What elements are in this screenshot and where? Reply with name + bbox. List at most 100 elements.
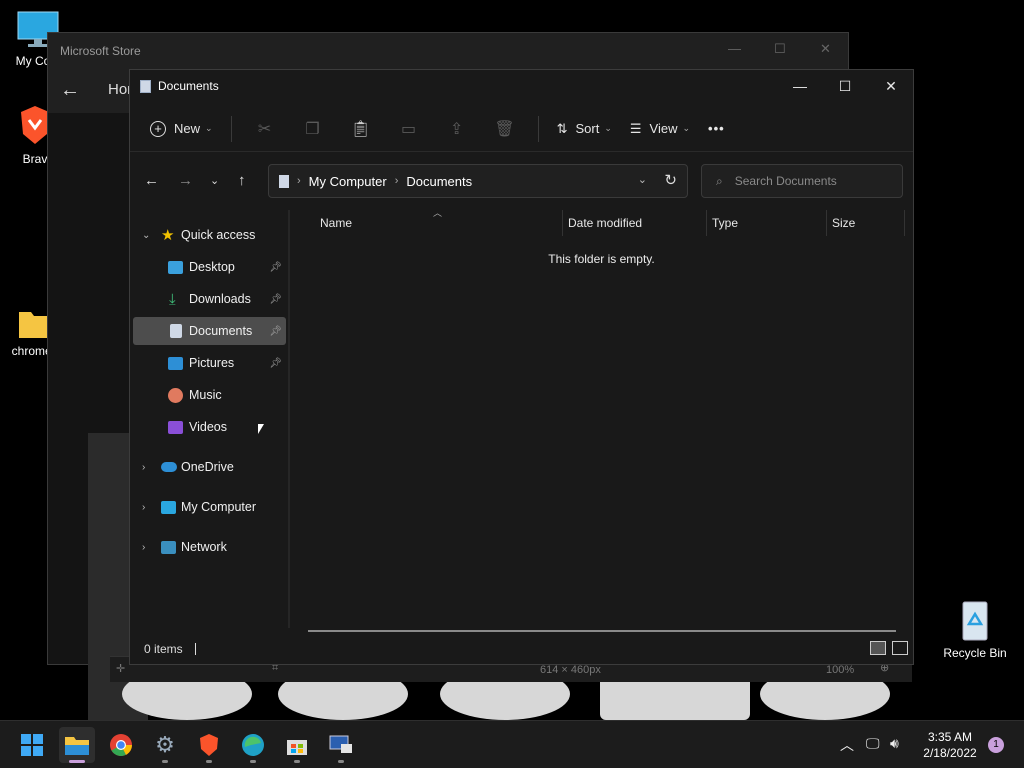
clipboard-icon: 📋︎	[350, 120, 371, 138]
clock-date: 2/18/2022	[923, 746, 977, 760]
image-shape	[122, 682, 252, 720]
pin-icon[interactable]: 📌︎	[269, 358, 282, 369]
pin-icon[interactable]: 📌︎	[269, 262, 282, 273]
store-minimize-button[interactable]: —	[728, 41, 741, 56]
taskbar-file-explorer[interactable]	[59, 727, 95, 763]
store-close-button[interactable]: ✕	[820, 41, 831, 57]
file-list[interactable]: ︿ Name Date modified Type Size This fold…	[290, 208, 913, 632]
taskbar: ⚙ ︿ 🖵︎ 🔊︎ 3:35 AM 2/18/2022 1	[0, 720, 1024, 768]
recent-locations-button[interactable]: ⌄	[210, 174, 219, 187]
desktop-icon-recycle-bin[interactable]: Recycle Bin	[940, 596, 1010, 660]
pin-icon[interactable]: 📌︎	[269, 294, 282, 305]
chevron-right-icon: ›	[297, 175, 301, 187]
running-indicator	[69, 760, 85, 763]
nav-item-desktop[interactable]: Desktop 📌︎	[133, 253, 286, 281]
move-icon[interactable]: ✛	[116, 662, 125, 675]
taskbar-store[interactable]	[279, 727, 315, 763]
breadcrumb-documents[interactable]: Documents	[406, 174, 472, 189]
navigation-pane: ⌄ ★ Quick access Desktop 📌︎ ⤓ Downloads …	[130, 210, 288, 628]
nav-label: Videos	[189, 420, 227, 434]
nav-label: Network	[181, 540, 227, 554]
taskbar-edge[interactable]	[235, 727, 271, 763]
start-button[interactable]	[14, 727, 50, 763]
nav-onedrive[interactable]: › OneDrive	[133, 453, 286, 481]
taskbar-chrome[interactable]	[103, 727, 139, 763]
chevron-down-icon: ⌄	[682, 123, 691, 133]
nav-label: Documents	[189, 324, 253, 338]
divider	[537, 115, 539, 142]
column-divider[interactable]	[562, 210, 563, 236]
notification-badge[interactable]: 1	[988, 737, 1004, 753]
maximize-button[interactable]: ☐	[822, 70, 868, 102]
column-divider[interactable]	[904, 210, 905, 236]
item-count: 0 items	[144, 642, 183, 656]
nav-item-downloads[interactable]: ⤓ Downloads 📌︎	[133, 285, 286, 313]
taskbar-settings[interactable]: ⚙	[147, 727, 183, 763]
nav-quick-access[interactable]: ⌄ ★ Quick access	[133, 221, 286, 249]
back-button[interactable]: ←	[144, 172, 159, 189]
clock[interactable]: 3:35 AM 2/18/2022	[916, 729, 984, 761]
copy-button[interactable]: ❐	[298, 119, 328, 139]
nav-network[interactable]: › Network	[133, 533, 286, 561]
image-shape	[440, 682, 570, 720]
nav-my-computer[interactable]: › My Computer	[133, 493, 286, 521]
refresh-icon[interactable]: ↻	[664, 171, 677, 189]
breadcrumb-my-computer[interactable]: My Computer	[309, 174, 387, 189]
scissors-icon: ✂	[257, 120, 272, 138]
more-options-button[interactable]: •••	[708, 121, 725, 136]
details-view-icon[interactable]	[870, 641, 886, 655]
cut-button[interactable]: ✂	[250, 119, 280, 139]
nav-item-pictures[interactable]: Pictures 📌︎	[133, 349, 286, 377]
address-dropdown-icon[interactable]: ⌄	[638, 173, 647, 186]
sort-button[interactable]: ⇅ Sort ⌄	[557, 121, 612, 137]
sort-arrows-icon: ⇅	[556, 120, 568, 136]
delete-button[interactable]: 🗑︎	[490, 119, 520, 139]
nav-label: Quick access	[181, 228, 256, 242]
close-button[interactable]: ✕	[868, 70, 914, 102]
running-indicator	[338, 760, 344, 763]
column-header-size[interactable]: Size	[832, 210, 855, 236]
nav-item-music[interactable]: Music	[133, 381, 286, 409]
chevron-down-icon: ⌄	[210, 175, 220, 187]
brave-icon	[200, 734, 218, 756]
nav-label: OneDrive	[181, 460, 234, 474]
volume-icon[interactable]: 🔊︎	[890, 735, 899, 752]
minimize-button[interactable]: —	[777, 70, 823, 102]
monitor-icon	[161, 500, 176, 514]
command-bar: + New ⌄ ✂ ❐ 📋︎ ▭ ⇪ 🗑︎ ⇅ Sort ⌄ ☰ View ⌄ …	[130, 106, 913, 152]
back-arrow-icon[interactable]: ←	[60, 79, 80, 102]
column-header-type[interactable]: Type	[712, 210, 738, 236]
forward-button[interactable]: →	[178, 172, 193, 189]
store-maximize-button[interactable]: ☐	[774, 41, 786, 57]
videos-icon	[168, 420, 183, 434]
horizontal-scrollbar[interactable]	[308, 630, 896, 632]
view-label: View	[649, 121, 678, 136]
up-button[interactable]: ↑	[238, 172, 246, 189]
column-header-name[interactable]: Name	[320, 210, 352, 236]
document-icon	[170, 324, 182, 338]
show-hidden-icons-button[interactable]: ︿	[840, 735, 854, 755]
taskbar-brave[interactable]	[191, 727, 227, 763]
rename-button[interactable]: ▭	[394, 119, 424, 139]
chevron-down-icon: ⌄	[205, 123, 213, 133]
column-divider[interactable]	[826, 210, 827, 236]
pin-icon[interactable]: 📌︎	[269, 326, 282, 337]
view-button[interactable]: ☰ View ⌄	[630, 121, 690, 137]
nav-item-documents[interactable]: Documents 📌︎	[133, 317, 286, 345]
file-explorer-window[interactable]: Documents — ☐ ✕ + New ⌄ ✂ ❐ 📋︎ ▭ ⇪ 🗑︎ ⇅ …	[129, 69, 914, 665]
column-header-date-modified[interactable]: Date modified	[568, 210, 642, 236]
search-input[interactable]: ⌕ Search Documents	[701, 164, 903, 198]
share-button[interactable]: ⇪	[442, 119, 472, 139]
running-indicator	[294, 760, 300, 763]
paste-button[interactable]: 📋︎	[346, 119, 376, 139]
arrow-right-icon: →	[178, 172, 193, 189]
column-divider[interactable]	[706, 210, 707, 236]
new-button[interactable]: + New ⌄	[150, 120, 213, 137]
network-icon	[161, 540, 176, 554]
file-explorer-icon	[65, 737, 89, 755]
address-bar[interactable]: › My Computer › Documents ⌄ ↻	[268, 164, 688, 198]
desktop-folder-icon	[168, 260, 183, 274]
taskbar-remote-desktop[interactable]	[323, 727, 359, 763]
large-icons-view-icon[interactable]	[892, 641, 908, 655]
network-status-icon[interactable]: 🖵︎	[866, 735, 880, 752]
